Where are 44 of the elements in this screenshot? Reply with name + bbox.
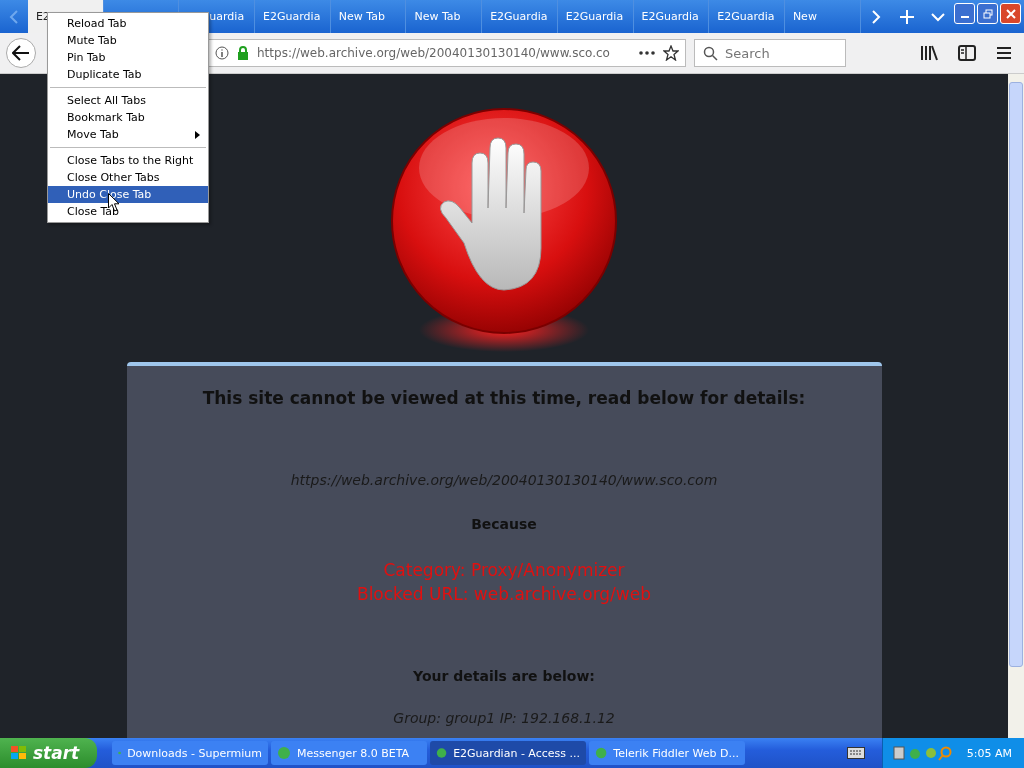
taskbar-button[interactable]: E2Guardian - Access ... bbox=[430, 741, 586, 765]
menu-icon[interactable] bbox=[996, 46, 1012, 60]
heading: This site cannot be viewed at this time, read below for details: bbox=[202, 388, 806, 408]
back-button[interactable] bbox=[6, 38, 36, 68]
menu-item[interactable]: Pin Tab bbox=[48, 49, 208, 66]
menu-item[interactable]: Close Other Tabs bbox=[48, 169, 208, 186]
taskbar-button[interactable]: Telerik Fiddler Web D... bbox=[589, 741, 745, 765]
block-reason: Category: Proxy/Anonymizer bbox=[383, 560, 625, 580]
close-icon bbox=[1005, 8, 1016, 19]
details-heading: Your details are below: bbox=[413, 668, 595, 684]
star-icon[interactable] bbox=[663, 45, 679, 61]
search-field[interactable]: Search bbox=[694, 39, 846, 67]
more-icon[interactable] bbox=[639, 51, 655, 55]
back-arrow-icon bbox=[12, 45, 30, 61]
blocked-url: https://web.archive.org/web/20040130130140/www.sco.com bbox=[290, 472, 718, 488]
menu-item[interactable]: Mute Tab bbox=[48, 32, 208, 49]
scroll-thumb[interactable] bbox=[1009, 82, 1023, 667]
taskbar-button[interactable]: Downloads - Supermium bbox=[112, 741, 268, 765]
menu-item[interactable]: Move Tab bbox=[48, 126, 208, 143]
restore-icon bbox=[982, 8, 993, 19]
close-button[interactable] bbox=[1000, 3, 1021, 24]
scrollbar[interactable] bbox=[1008, 74, 1024, 738]
menu-item[interactable]: Close Tabs to the Right bbox=[48, 152, 208, 169]
padlock-icon bbox=[237, 46, 249, 60]
windows-logo-icon bbox=[10, 745, 28, 761]
restore-button[interactable] bbox=[977, 3, 999, 24]
keyboard-icon[interactable] bbox=[846, 747, 865, 759]
minimize-button[interactable] bbox=[954, 3, 976, 24]
minimize-icon bbox=[960, 15, 969, 18]
block-reason: Blocked URL: web.archive.org/web bbox=[357, 584, 651, 604]
clock: 5:05 AM bbox=[966, 746, 1012, 760]
because-label: Because bbox=[471, 516, 537, 532]
library-icon[interactable] bbox=[920, 45, 938, 61]
taskbar-button[interactable]: Messenger 8.0 BETA bbox=[271, 741, 427, 765]
address-bar[interactable]: https://web.archive.org/web/20040130130140/www.sco.co bbox=[208, 39, 686, 67]
menu-item[interactable]: Select All Tabs bbox=[48, 92, 208, 109]
search-icon bbox=[703, 46, 718, 61]
menu-item[interactable]: Bookmark Tab bbox=[48, 109, 208, 126]
info-icon[interactable] bbox=[215, 46, 229, 60]
sidebar-icon[interactable] bbox=[958, 45, 976, 61]
menu-item[interactable]: Duplicate Tab bbox=[48, 66, 208, 83]
url-text: https://web.archive.org/web/20040130130140/www.sco.co bbox=[257, 46, 611, 60]
user-details: Group: group1 IP: 192.168.1.12 bbox=[393, 710, 615, 726]
start-button[interactable]: start bbox=[0, 738, 97, 768]
